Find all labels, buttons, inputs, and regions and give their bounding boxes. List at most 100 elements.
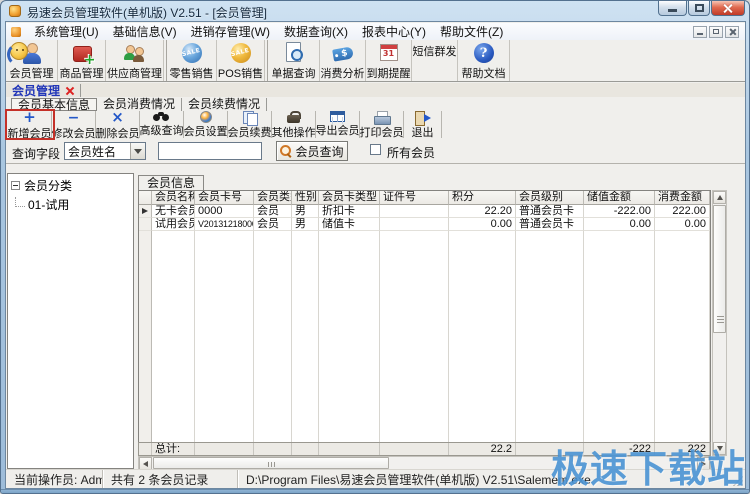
- menu-inventory[interactable]: 进销存管理(W): [184, 22, 277, 41]
- window-controls: [657, 1, 745, 16]
- menu-bar: 系统管理(U) 基础信息(V) 进销存管理(W) 数据查询(X) 报表中心(Y)…: [6, 23, 745, 40]
- retail-sale-ball-icon: SALE: [179, 42, 205, 64]
- col-gender[interactable]: 性别: [292, 191, 319, 205]
- advanced-query-button[interactable]: 高级查询: [140, 111, 184, 138]
- minimize-button[interactable]: [658, 1, 687, 16]
- toolbar-supplier-management-button[interactable]: 供应商管理: [106, 40, 164, 81]
- main-toolbar: 会员管理 商品管理 供应商管理 SALE 零售销售 SALE POS销售 单据查…: [6, 40, 745, 82]
- print-member-button[interactable]: 打印会员: [360, 111, 404, 138]
- app-window: 易速会员管理软件(单机版) V2.51 - [会员管理] 系统管理(U) 基础信…: [0, 0, 750, 494]
- col-consumed-amount[interactable]: 消费金额: [655, 191, 710, 205]
- current-row-icon: [142, 208, 148, 214]
- tab-close-icon[interactable]: [65, 86, 74, 95]
- delete-x-icon: [111, 111, 124, 125]
- close-icon: [723, 3, 733, 13]
- arrow-left-icon: [143, 461, 148, 467]
- toolbar-doc-query-button[interactable]: 单据查询: [268, 40, 320, 81]
- row-selector: [139, 218, 152, 231]
- query-input[interactable]: [158, 142, 262, 160]
- member-renew-button[interactable]: 会员续费: [228, 111, 272, 138]
- mdi-minimize-icon: [697, 33, 703, 35]
- add-icon: [23, 111, 36, 125]
- tree-line: [15, 197, 25, 207]
- headset-face-icon: [10, 42, 28, 60]
- member-grid: 会员名称 会员卡号 会员类型 性别 会员卡类型 证件号 积分 会员级别 储值金额…: [138, 190, 711, 442]
- chevron-down-icon: [134, 149, 142, 154]
- supplier-people-icon: [122, 42, 148, 64]
- col-card-no[interactable]: 会员卡号: [195, 191, 254, 205]
- toolbar-pos-sale-button[interactable]: SALE POS销售: [217, 40, 265, 81]
- member-search-button[interactable]: 会员查询: [276, 141, 348, 161]
- toolbar-expiry-reminder-button[interactable]: 31 到期提醒: [366, 40, 412, 81]
- menu-system[interactable]: 系统管理(U): [27, 22, 106, 41]
- tab-member-management[interactable]: 会员管理: [6, 84, 81, 97]
- col-id-no[interactable]: 证件号: [380, 191, 449, 205]
- edit-member-button[interactable]: 修改会员: [52, 111, 96, 138]
- tab-member-info[interactable]: 会员信息: [138, 175, 204, 190]
- site-watermark: 极速下载站: [551, 438, 746, 493]
- status-record-count: 共有 2 条会员记录: [103, 470, 238, 488]
- mdi-close-button[interactable]: [725, 26, 739, 38]
- grid-header-row: 会员名称 会员卡号 会员类型 性别 会员卡类型 证件号 积分 会员级别 储值金额…: [139, 191, 710, 205]
- totals-points: 22.2: [449, 443, 516, 455]
- col-points[interactable]: 积分: [449, 191, 516, 205]
- col-card-type[interactable]: 会员卡类型: [319, 191, 380, 205]
- calendar-icon: 31: [376, 42, 402, 64]
- tab-member-renewal[interactable]: 会员续费情况: [182, 98, 267, 111]
- menu-data-query[interactable]: 数据查询(X): [277, 22, 355, 41]
- header-marker: [139, 191, 152, 205]
- toolbar-product-management-button[interactable]: 商品管理: [58, 40, 106, 81]
- export-member-button[interactable]: 导出会员: [316, 111, 360, 138]
- table-row[interactable]: 无卡会员 0000 会员 男 折扣卡 22.20 普通会员卡 -222.00 2…: [139, 205, 710, 218]
- vertical-scroll-thumb[interactable]: [713, 205, 726, 333]
- member-category-tree: 会员分类 01-试用: [7, 173, 134, 469]
- mdi-tab-strip: 会员管理: [6, 83, 745, 97]
- mdi-minimize-button[interactable]: [693, 26, 707, 38]
- menu-help[interactable]: 帮助文件(Z): [433, 22, 510, 41]
- tree-root-item[interactable]: 会员分类: [11, 177, 133, 194]
- document-search-icon: [281, 42, 307, 64]
- col-stored-amount[interactable]: 储值金额: [584, 191, 655, 205]
- vertical-scrollbar[interactable]: [712, 190, 727, 456]
- menu-basic-info[interactable]: 基础信息(V): [106, 22, 184, 41]
- query-field-select[interactable]: 会员姓名: [64, 142, 146, 160]
- magnifier-icon: [280, 145, 292, 157]
- maximize-button[interactable]: [688, 1, 710, 16]
- scroll-up-button[interactable]: [713, 191, 726, 204]
- menu-report-center[interactable]: 报表中心(Y): [355, 22, 433, 41]
- title-bar[interactable]: 易速会员管理软件(单机版) V2.51 - [会员管理]: [1, 1, 749, 21]
- tree-child-item[interactable]: 01-试用: [15, 196, 133, 213]
- export-table-icon: [330, 111, 345, 122]
- delete-member-button[interactable]: 删除会员: [96, 111, 140, 138]
- add-member-button[interactable]: 新增会员: [8, 111, 52, 138]
- exit-button[interactable]: 退出: [404, 111, 442, 138]
- color-ball-icon: [200, 111, 212, 123]
- toolbar-sms-send-button[interactable]: 短信群发: [412, 40, 458, 81]
- query-row: 查询字段 会员姓名 会员查询 所有会员: [6, 139, 745, 164]
- col-member-level[interactable]: 会员级别: [516, 191, 584, 205]
- select-dropdown-button[interactable]: [130, 143, 145, 159]
- bag-icon: [287, 111, 300, 124]
- horizontal-scroll-thumb[interactable]: [153, 457, 389, 469]
- tree-collapse-icon[interactable]: [11, 181, 20, 190]
- toolbar-help-doc-button[interactable]: ? 帮助文档: [458, 40, 510, 81]
- thumb-grip: [268, 462, 269, 467]
- tab-member-consumption[interactable]: 会员消费情况: [97, 98, 182, 111]
- mdi-restore-button[interactable]: [709, 26, 723, 38]
- other-operations-button[interactable]: 其他操作: [272, 111, 316, 138]
- arrow-up-icon: [717, 195, 723, 200]
- toolbar-consume-analysis-button[interactable]: $ 消费分析: [320, 40, 366, 81]
- toolbar-retail-sale-button[interactable]: SALE 零售销售: [167, 40, 217, 81]
- table-row[interactable]: 试用会员 V201312180001 会员 男 储值卡 0.00 普通会员卡 0…: [139, 218, 710, 231]
- mdi-window-controls: [691, 26, 739, 38]
- documents-icon: [243, 111, 257, 124]
- mdi-close-icon: [729, 28, 736, 35]
- close-button[interactable]: [711, 1, 745, 16]
- help-question-icon: ?: [471, 42, 497, 64]
- menu-app-icon: [11, 27, 21, 37]
- col-member-name[interactable]: 会员名称: [152, 191, 195, 205]
- col-member-type[interactable]: 会员类型: [254, 191, 292, 205]
- app-icon: [9, 5, 21, 17]
- member-settings-button[interactable]: 会员设置: [184, 111, 228, 138]
- all-members-checkbox[interactable]: [370, 144, 381, 155]
